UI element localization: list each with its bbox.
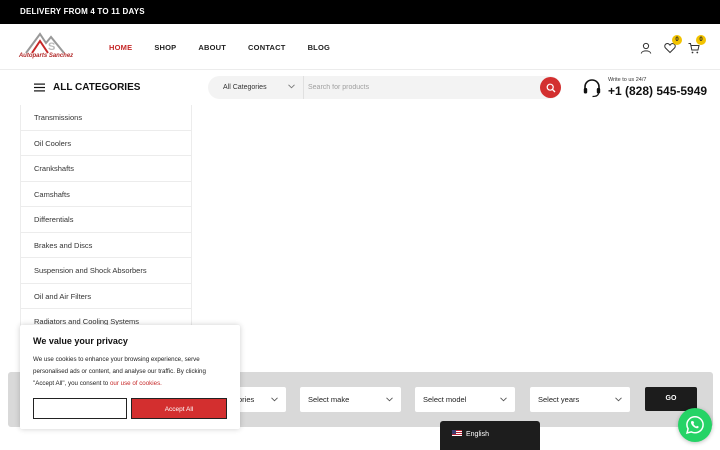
hamburger-icon [34,83,45,92]
finder-years-value: Select years [538,395,580,404]
cookie-text: We use cookies to enhance your browsing … [33,354,227,390]
language-label: English [466,431,489,438]
product-search: All Categories [208,76,561,99]
category-item[interactable]: Camshafts [21,182,191,207]
site-header: S Autoparts Sanchez HOME SHOP ABOUT CONT… [0,24,720,70]
wishlist-count-badge: 0 [672,35,682,45]
language-switcher[interactable]: English [440,421,540,450]
support-phone[interactable]: +1 (828) 545-5949 [608,84,707,98]
finder-category-value: ories [238,395,255,404]
main-nav: HOME SHOP ABOUT CONTACT BLOG [109,24,352,70]
user-icon [640,42,652,54]
whatsapp-chat-button[interactable] [678,408,712,442]
chevron-down-icon [271,397,278,402]
logo-emblem-icon: S [25,32,65,54]
all-categories-label: ALL CATEGORIES [53,82,141,93]
category-item[interactable]: Oil and Air Filters [21,284,191,309]
header-actions: 0 0 [630,24,706,70]
all-categories-toggle[interactable]: ALL CATEGORIES [20,70,192,105]
svg-text:S: S [48,41,55,53]
whatsapp-icon [685,416,704,435]
wishlist-button[interactable]: 0 [664,35,682,54]
cookie-customize-button[interactable] [33,398,127,419]
finder-make-value: Select make [308,395,350,404]
site-logo[interactable]: S Autoparts Sanchez [18,31,74,65]
cart-button[interactable]: 0 [688,35,706,54]
cookie-accept-button[interactable]: Accept All [131,398,227,419]
cookie-title: We value your privacy [33,336,128,346]
finder-model-select[interactable]: Select model [415,387,515,412]
category-item[interactable]: Differentials [21,207,191,233]
search-input[interactable] [308,80,528,95]
cart-count-badge: 0 [696,35,706,45]
category-item[interactable]: Suspension and Shock Absorbers [21,258,191,284]
support-contact: Write to us 24/7 +1 (828) 545-5949 [582,77,707,99]
category-item[interactable]: Transmissions [21,105,191,131]
finder-go-button[interactable]: GO [645,387,697,411]
search-icon [546,83,555,92]
chevron-down-icon [615,397,622,402]
nav-about[interactable]: ABOUT [198,43,226,52]
category-item[interactable]: Oil Coolers [21,131,191,156]
nav-shop[interactable]: SHOP [154,43,176,52]
account-button[interactable] [640,41,652,54]
chevron-down-icon [500,397,507,402]
search-button[interactable] [540,77,561,98]
category-item[interactable]: Brakes and Discs [21,233,191,258]
promo-bar: DELIVERY FROM 4 TO 11 DAYS [0,0,720,24]
headset-icon [583,79,601,98]
search-category-value: All Categories [223,84,267,91]
chevron-down-icon [288,84,295,89]
search-category-select[interactable]: All Categories [208,76,304,99]
cookie-policy-link[interactable]: our use of cookies. [110,380,162,387]
nav-contact[interactable]: CONTACT [248,43,286,52]
chevron-down-icon [386,397,393,402]
finder-model-value: Select model [423,395,467,404]
category-item[interactable]: Crankshafts [21,156,191,182]
category-menu: Transmissions Oil Coolers Crankshafts Ca… [20,105,192,335]
finder-years-select[interactable]: Select years [530,387,630,412]
cookie-consent-banner: We value your privacy We use cookies to … [20,325,240,429]
promo-text: DELIVERY FROM 4 TO 11 DAYS [20,7,145,16]
nav-blog[interactable]: BLOG [308,43,330,52]
support-caption: Write to us 24/7 [608,77,647,83]
finder-make-select[interactable]: Select make [300,387,401,412]
us-flag-icon [452,430,462,437]
logo-wordmark: Autoparts Sanchez [18,53,74,59]
nav-home[interactable]: HOME [109,43,132,52]
